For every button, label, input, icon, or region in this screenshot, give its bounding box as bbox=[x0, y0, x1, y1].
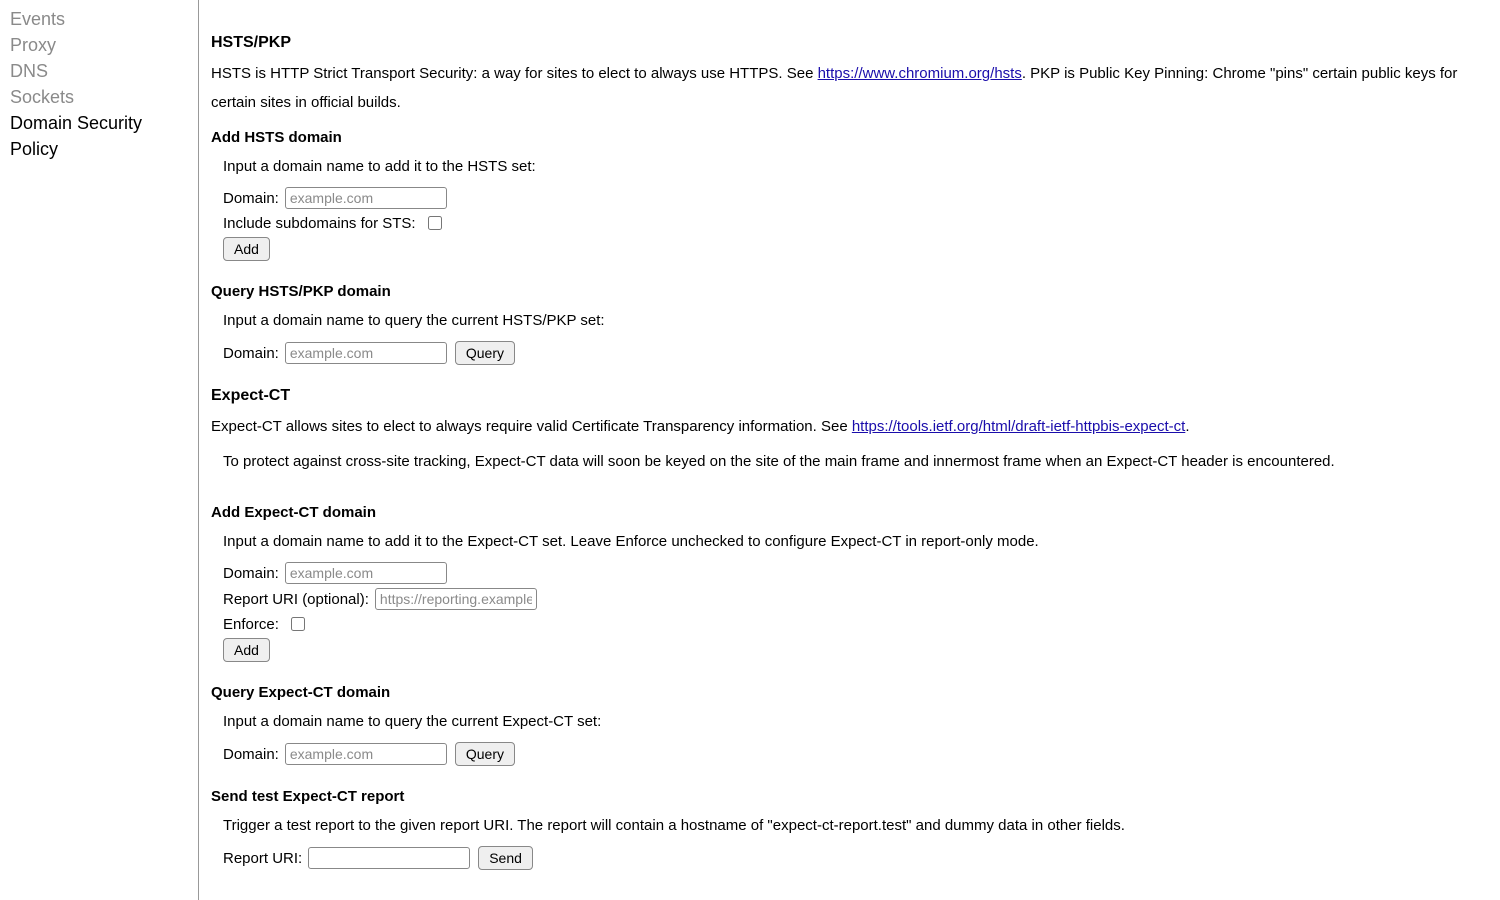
hsts-heading: HSTS/PKP bbox=[211, 34, 1486, 52]
add-expect-ct-enforce-label: Enforce: bbox=[223, 616, 279, 633]
test-expect-ct-report-label: Report URI: bbox=[223, 850, 302, 867]
add-expect-ct-domain-input[interactable] bbox=[285, 562, 447, 584]
query-expect-ct-button[interactable]: Query bbox=[455, 742, 515, 766]
expect-ct-heading: Expect-CT bbox=[211, 387, 1486, 405]
add-expect-ct-report-label: Report URI (optional): bbox=[223, 591, 369, 608]
query-hsts-heading: Query HSTS/PKP domain bbox=[211, 283, 1486, 300]
query-hsts-domain-input[interactable] bbox=[285, 342, 447, 364]
sidebar: Events Proxy DNS Sockets Domain Security… bbox=[0, 0, 199, 900]
sidebar-item-proxy[interactable]: Proxy bbox=[10, 32, 188, 58]
add-hsts-instruction: Input a domain name to add it to the HST… bbox=[223, 158, 1486, 175]
expect-ct-note: To protect against cross-site tracking, … bbox=[223, 448, 1486, 477]
expect-ct-intro-pre: Expect-CT allows sites to elect to alway… bbox=[211, 418, 852, 435]
add-hsts-button[interactable]: Add bbox=[223, 237, 270, 261]
hsts-intro: HSTS is HTTP Strict Transport Security: … bbox=[211, 60, 1486, 117]
add-expect-ct-heading: Add Expect-CT domain bbox=[211, 504, 1486, 521]
expect-ct-intro-post: . bbox=[1185, 418, 1189, 435]
hsts-intro-link[interactable]: https://www.chromium.org/hsts bbox=[818, 65, 1022, 82]
main-content: HSTS/PKP HSTS is HTTP Strict Transport S… bbox=[199, 0, 1500, 900]
expect-ct-intro: Expect-CT allows sites to elect to alway… bbox=[211, 413, 1486, 442]
add-hsts-include-label: Include subdomains for STS: bbox=[223, 215, 416, 232]
test-expect-ct-send-button[interactable]: Send bbox=[478, 846, 533, 870]
test-expect-ct-heading: Send test Expect-CT report bbox=[211, 788, 1486, 805]
query-expect-ct-domain-input[interactable] bbox=[285, 743, 447, 765]
query-hsts-button[interactable]: Query bbox=[455, 341, 515, 365]
add-expect-ct-report-input[interactable] bbox=[375, 588, 537, 610]
sidebar-item-events[interactable]: Events bbox=[10, 6, 188, 32]
expect-ct-intro-link[interactable]: https://tools.ietf.org/html/draft-ietf-h… bbox=[852, 418, 1185, 435]
query-expect-ct-domain-label: Domain: bbox=[223, 746, 279, 763]
add-hsts-domain-label: Domain: bbox=[223, 190, 279, 207]
add-expect-ct-button[interactable]: Add bbox=[223, 638, 270, 662]
test-expect-ct-report-input[interactable] bbox=[308, 847, 470, 869]
sidebar-item-dns[interactable]: DNS bbox=[10, 58, 188, 84]
add-hsts-include-checkbox[interactable] bbox=[428, 216, 442, 230]
add-expect-ct-domain-label: Domain: bbox=[223, 565, 279, 582]
add-hsts-domain-input[interactable] bbox=[285, 187, 447, 209]
query-hsts-domain-label: Domain: bbox=[223, 345, 279, 362]
hsts-intro-pre: HSTS is HTTP Strict Transport Security: … bbox=[211, 65, 818, 82]
query-expect-ct-instruction: Input a domain name to query the current… bbox=[223, 713, 1486, 730]
sidebar-item-domain-security-policy[interactable]: Domain Security Policy bbox=[10, 110, 188, 162]
sidebar-item-sockets[interactable]: Sockets bbox=[10, 84, 188, 110]
add-hsts-heading: Add HSTS domain bbox=[211, 129, 1486, 146]
query-expect-ct-heading: Query Expect-CT domain bbox=[211, 684, 1486, 701]
add-expect-ct-instruction: Input a domain name to add it to the Exp… bbox=[223, 533, 1486, 550]
add-expect-ct-enforce-checkbox[interactable] bbox=[291, 617, 305, 631]
query-hsts-instruction: Input a domain name to query the current… bbox=[223, 312, 1486, 329]
test-expect-ct-instruction: Trigger a test report to the given repor… bbox=[223, 817, 1486, 834]
